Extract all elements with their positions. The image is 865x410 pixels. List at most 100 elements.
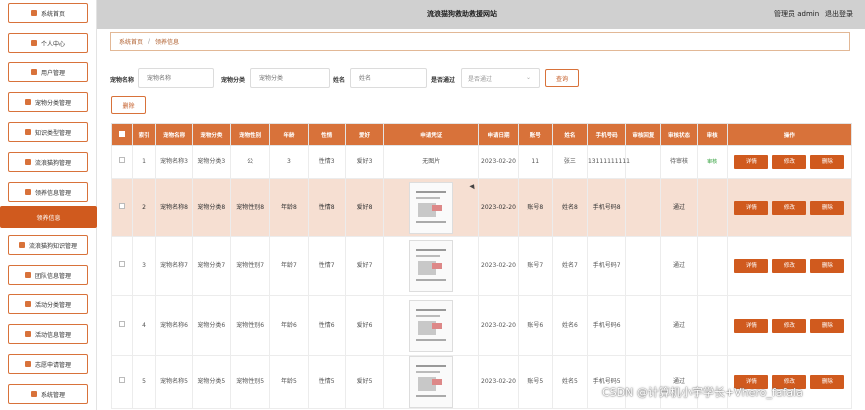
sidebar-item-users[interactable]: 用户管理 xyxy=(8,62,88,82)
edit-button[interactable]: 修改 xyxy=(772,200,807,215)
table-row: 2 宠物名称8 宠物分类8 宠物性别8 年龄8 性情8 爱好8 2023-02-… xyxy=(111,178,853,237)
cell-index: 2 xyxy=(131,178,157,237)
cell-account: 账号7 xyxy=(517,236,553,296)
cell-proof xyxy=(383,355,480,409)
edit-button[interactable]: 修改 xyxy=(772,318,807,333)
row-checkbox[interactable] xyxy=(111,355,133,409)
row-checkbox[interactable] xyxy=(111,236,133,296)
cell-pet-name: 宠物名称8 xyxy=(155,178,193,237)
col-header: 姓名 xyxy=(551,123,588,146)
breadcrumb-separator: / xyxy=(148,38,151,45)
cell-reply xyxy=(625,295,662,356)
cell-reply xyxy=(625,236,662,296)
logout-link[interactable]: 退出登录 xyxy=(825,9,853,19)
review-link[interactable]: 审核 xyxy=(707,159,717,165)
table-row: 3 宠物名称7 宠物分类7 宠物性别7 年龄7 性情7 爱好7 2023-02-… xyxy=(111,236,853,296)
delete-button[interactable]: 删除 xyxy=(810,318,845,333)
sidebar-item-volunteer[interactable]: 志愿申请管理 xyxy=(8,354,88,374)
breadcrumb-home[interactable]: 系统首页 xyxy=(119,37,143,46)
cell-index: 5 xyxy=(131,355,157,409)
detail-button[interactable]: 详情 xyxy=(734,318,769,333)
sidebar-item-knowledge-type[interactable]: 知识类型管理 xyxy=(8,122,88,142)
cell-actions: 详情 修改 删除 xyxy=(726,355,853,409)
delete-button[interactable]: 删除 xyxy=(810,200,845,215)
sidebar-item-knowledge[interactable]: 流浪猫狗知识管理 xyxy=(8,235,88,255)
cell-proof: 无图片 xyxy=(383,145,480,179)
delete-button[interactable]: 删除 xyxy=(810,375,845,389)
sidebar-item-team[interactable]: 团队信息管理 xyxy=(8,265,88,285)
proof-thumbnail[interactable] xyxy=(409,240,454,292)
cell-date: 2023-02-20 xyxy=(478,236,519,296)
cell-age: 年龄8 xyxy=(269,178,309,237)
grid-icon xyxy=(24,99,31,105)
col-header: 手机号码 xyxy=(586,123,627,146)
cell-review xyxy=(696,355,728,409)
pet-name-input[interactable] xyxy=(138,68,214,88)
col-header: 审核状态 xyxy=(660,123,698,146)
cell-hobby: 爱好3 xyxy=(344,145,385,179)
cell-gender: 宠物性别5 xyxy=(229,355,271,409)
query-button[interactable]: 查询 xyxy=(545,69,579,87)
detail-button[interactable]: 详情 xyxy=(734,155,769,169)
cell-reply xyxy=(625,178,662,237)
proof-thumbnail[interactable] xyxy=(409,356,454,408)
delete-button[interactable]: 删除 xyxy=(810,155,845,169)
sidebar-item-system[interactable]: 系统管理 xyxy=(8,384,88,404)
delete-button[interactable]: 删除 xyxy=(810,259,845,273)
sidebar-item-profile[interactable]: 个人中心 xyxy=(8,33,88,53)
cell-account: 账号8 xyxy=(517,178,553,237)
proof-thumbnail[interactable] xyxy=(409,299,454,352)
pet-category-label: 宠物分类 xyxy=(221,77,246,84)
cell-actions: 详情 修改 删除 xyxy=(726,145,853,179)
detail-button[interactable]: 详情 xyxy=(734,259,769,273)
grid-icon xyxy=(24,301,31,307)
edit-button[interactable]: 修改 xyxy=(772,155,807,169)
sidebar-item-pet-category[interactable]: 宠物分类管理 xyxy=(8,92,88,112)
row-checkbox[interactable] xyxy=(111,178,133,237)
cell-proof xyxy=(383,236,480,296)
cell-review xyxy=(696,178,728,237)
grid-icon xyxy=(24,331,31,337)
cell-name: 姓名7 xyxy=(551,236,588,296)
col-header: 审核回复 xyxy=(625,123,662,146)
name-input[interactable] xyxy=(350,68,427,88)
sidebar-item-stray-pets[interactable]: 流浪猫狗管理 xyxy=(8,152,88,172)
cell-account: 11 xyxy=(517,145,553,179)
cell-gender: 公 xyxy=(229,145,271,179)
row-checkbox[interactable] xyxy=(111,295,133,356)
approved-label: 是否通过 xyxy=(431,77,456,84)
edit-button[interactable]: 修改 xyxy=(772,259,807,273)
cell-name: 姓名8 xyxy=(551,178,588,237)
sidebar-item-adoption-info[interactable]: 领养信息 xyxy=(0,206,97,228)
sidebar: 系统首页 个人中心 用户管理 宠物分类管理 知识类型管理 流浪猫狗管理 领养信息… xyxy=(0,0,97,410)
col-header: 申请凭证 xyxy=(383,123,480,146)
proof-thumbnail[interactable] xyxy=(409,181,454,234)
delete-selected-button[interactable]: 删除 xyxy=(111,96,146,114)
table-header-row: 索引 宠物名称 宠物分类 宠物性别 年龄 性情 爱好 申请凭证 申请日期 账号 … xyxy=(111,123,853,146)
cell-hobby: 爱好8 xyxy=(344,178,385,237)
row-checkbox[interactable] xyxy=(111,145,133,179)
pet-category-input[interactable] xyxy=(250,68,330,88)
cell-category: 宠物分类8 xyxy=(191,178,231,237)
select-all-checkbox[interactable] xyxy=(111,123,133,146)
cell-temper: 性情6 xyxy=(307,295,346,356)
cell-date: 2023-02-20 xyxy=(478,178,519,237)
cell-status: 通过 xyxy=(660,295,698,356)
adoption-table: 索引 宠物名称 宠物分类 宠物性别 年龄 性情 爱好 申请凭证 申请日期 账号 … xyxy=(111,123,853,409)
cell-category: 宠物分类5 xyxy=(191,355,231,409)
cell-name: 姓名5 xyxy=(551,355,588,409)
sidebar-item-adoption-mgmt[interactable]: 领养信息管理 xyxy=(8,182,88,202)
chart-icon xyxy=(18,242,25,248)
col-header: 审核 xyxy=(696,123,728,146)
cell-actions: 详情 修改 删除 xyxy=(726,236,853,296)
cell-index: 3 xyxy=(131,236,157,296)
cell-category: 宠物分类3 xyxy=(191,145,231,179)
detail-button[interactable]: 详情 xyxy=(734,200,769,215)
table-row: 4 宠物名称6 宠物分类6 宠物性别6 年龄6 性情6 爱好6 2023-02-… xyxy=(111,295,853,356)
name-label: 姓名 xyxy=(333,77,346,84)
approved-select[interactable]: 是否通过 ⌄ xyxy=(461,68,540,88)
cell-phone: 手机号码5 xyxy=(586,355,627,409)
sidebar-item-activity-category[interactable]: 活动分类管理 xyxy=(8,294,88,314)
sidebar-item-home[interactable]: 系统首页 xyxy=(8,3,88,23)
sidebar-item-activity-info[interactable]: 活动信息管理 xyxy=(8,324,88,344)
